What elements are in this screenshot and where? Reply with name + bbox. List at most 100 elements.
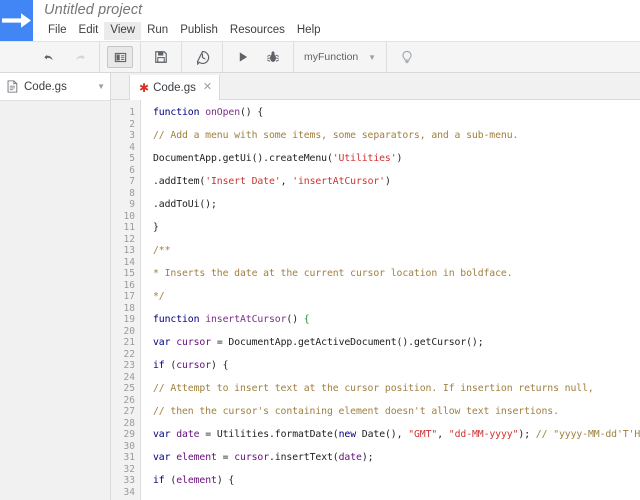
code-line[interactable]: // then the cursor's containing element … bbox=[153, 406, 640, 418]
code-line[interactable]: .addToUi(); bbox=[153, 199, 640, 211]
code-editor[interactable]: 1234567891011121314151617181920212223242… bbox=[111, 100, 640, 500]
tab-label: Code.gs bbox=[153, 82, 196, 94]
code-token: ) bbox=[385, 176, 391, 187]
code-token: // Attempt to insert text at the cursor … bbox=[153, 383, 594, 394]
hints-button[interactable] bbox=[394, 46, 420, 68]
line-number: 18 bbox=[111, 303, 140, 315]
run-button[interactable] bbox=[230, 46, 256, 68]
menu-publish[interactable]: Publish bbox=[174, 22, 224, 40]
function-select[interactable]: myFunction ▼ bbox=[299, 47, 381, 67]
code-token: ) { bbox=[211, 360, 228, 371]
chevron-down-icon[interactable]: ▼ bbox=[97, 82, 105, 91]
code-token: function bbox=[153, 314, 199, 325]
code-line[interactable]: function insertAtCursor() { bbox=[153, 314, 640, 326]
code-line[interactable] bbox=[153, 326, 640, 338]
code-line[interactable]: // Attempt to insert text at the cursor … bbox=[153, 383, 640, 395]
menu-edit[interactable]: Edit bbox=[73, 22, 105, 40]
menu-file[interactable]: File bbox=[42, 22, 73, 40]
menu-help[interactable]: Help bbox=[291, 22, 327, 40]
code-token: DocumentApp.getUi().createMenu( bbox=[153, 153, 333, 164]
tab-code-gs[interactable]: ✱ Code.gs ✕ bbox=[129, 75, 220, 100]
code-line[interactable] bbox=[153, 395, 640, 407]
lightbulb-icon bbox=[400, 50, 414, 64]
code-line[interactable]: // Add a menu with some items, some sepa… bbox=[153, 130, 640, 142]
function-select-value: myFunction bbox=[304, 51, 358, 63]
undo-button[interactable] bbox=[36, 46, 62, 68]
code-token: date bbox=[176, 429, 199, 440]
code-line[interactable]: function onOpen() { bbox=[153, 107, 640, 119]
line-number: 24 bbox=[111, 372, 140, 384]
code-token: // then the cursor's containing element … bbox=[153, 406, 559, 417]
toolbar-separator-4 bbox=[222, 42, 223, 72]
code-token: ( bbox=[165, 475, 177, 486]
debug-button[interactable] bbox=[260, 46, 286, 68]
line-number: 20 bbox=[111, 326, 140, 338]
code-line[interactable]: * Inserts the date at the current cursor… bbox=[153, 268, 640, 280]
code-token: new bbox=[339, 429, 356, 440]
code-line[interactable] bbox=[153, 119, 640, 131]
code-line[interactable] bbox=[153, 372, 640, 384]
code-line[interactable] bbox=[153, 464, 640, 476]
code-line[interactable] bbox=[153, 441, 640, 453]
code-token: if bbox=[153, 475, 165, 486]
code-line[interactable] bbox=[153, 234, 640, 246]
code-token: * Inserts the date at the current cursor… bbox=[153, 268, 513, 279]
code-line[interactable]: if (cursor) { bbox=[153, 360, 640, 372]
line-number: 33 bbox=[111, 475, 140, 487]
line-number: 9 bbox=[111, 199, 140, 211]
code-line[interactable] bbox=[153, 487, 640, 499]
menu-resources[interactable]: Resources bbox=[224, 22, 291, 40]
code-line[interactable] bbox=[153, 142, 640, 154]
chevron-down-icon: ▼ bbox=[368, 53, 376, 62]
code-line[interactable]: var cursor = DocumentApp.getActiveDocume… bbox=[153, 337, 640, 349]
code-line[interactable] bbox=[153, 418, 640, 430]
code-token: "GMT" bbox=[408, 429, 437, 440]
code-token: .addToUi(); bbox=[153, 199, 217, 210]
code-token: onOpen bbox=[205, 107, 240, 118]
line-number: 32 bbox=[111, 464, 140, 476]
code-line[interactable] bbox=[153, 280, 640, 292]
code-line[interactable]: } bbox=[153, 222, 640, 234]
code-line[interactable] bbox=[153, 165, 640, 177]
code-line[interactable] bbox=[153, 188, 640, 200]
code-line[interactable]: DocumentApp.getUi().createMenu('Utilitie… bbox=[153, 153, 640, 165]
code-line[interactable]: var date = Utilities.formatDate(new Date… bbox=[153, 429, 640, 441]
line-number: 8 bbox=[111, 188, 140, 200]
line-number: 22 bbox=[111, 349, 140, 361]
code-line[interactable]: /** bbox=[153, 245, 640, 257]
code-line[interactable] bbox=[153, 257, 640, 269]
toggle-sidebar-button[interactable] bbox=[107, 46, 133, 68]
page-title[interactable]: Untitled project bbox=[42, 2, 640, 20]
version-history-button[interactable] bbox=[189, 46, 215, 68]
code-line[interactable] bbox=[153, 211, 640, 223]
code-line[interactable]: if (element) { bbox=[153, 475, 640, 487]
code-token: var bbox=[153, 429, 170, 440]
menu-run[interactable]: Run bbox=[141, 22, 174, 40]
code-line[interactable]: var element = cursor.insertText(date); bbox=[153, 452, 640, 464]
apps-script-logo[interactable] bbox=[0, 0, 33, 41]
line-number: 29 bbox=[111, 429, 140, 441]
code-token: date bbox=[339, 452, 362, 463]
header-bar: Untitled project File Edit View Run Publ… bbox=[0, 0, 640, 42]
toolbar-separator-6 bbox=[386, 42, 387, 72]
menu-view[interactable]: View bbox=[104, 22, 141, 40]
code-token: element bbox=[176, 452, 217, 463]
tabstrip: ✱ Code.gs ✕ bbox=[111, 73, 640, 100]
save-button[interactable] bbox=[148, 46, 174, 68]
code-line[interactable]: */ bbox=[153, 291, 640, 303]
code-content[interactable]: function onOpen() { // Add a menu with s… bbox=[141, 100, 640, 500]
code-token: , bbox=[281, 176, 293, 187]
close-icon[interactable]: ✕ bbox=[203, 82, 212, 93]
code-token: */ bbox=[153, 291, 165, 302]
apps-script-editor-window: Untitled project File Edit View Run Publ… bbox=[0, 0, 640, 500]
toolbar-separator-1 bbox=[99, 42, 100, 72]
code-line[interactable] bbox=[153, 303, 640, 315]
code-token: = DocumentApp.getActiveDocument().getCur… bbox=[211, 337, 484, 348]
redo-button[interactable] bbox=[66, 46, 92, 68]
code-token: cursor bbox=[234, 452, 269, 463]
code-line[interactable]: .addItem('Insert Date', 'insertAtCursor'… bbox=[153, 176, 640, 188]
code-line[interactable] bbox=[153, 349, 640, 361]
sidebar-item-code-gs[interactable]: Code.gs ▼ bbox=[0, 73, 110, 101]
code-token: = Utilities.formatDate( bbox=[199, 429, 338, 440]
line-number: 31 bbox=[111, 452, 140, 464]
